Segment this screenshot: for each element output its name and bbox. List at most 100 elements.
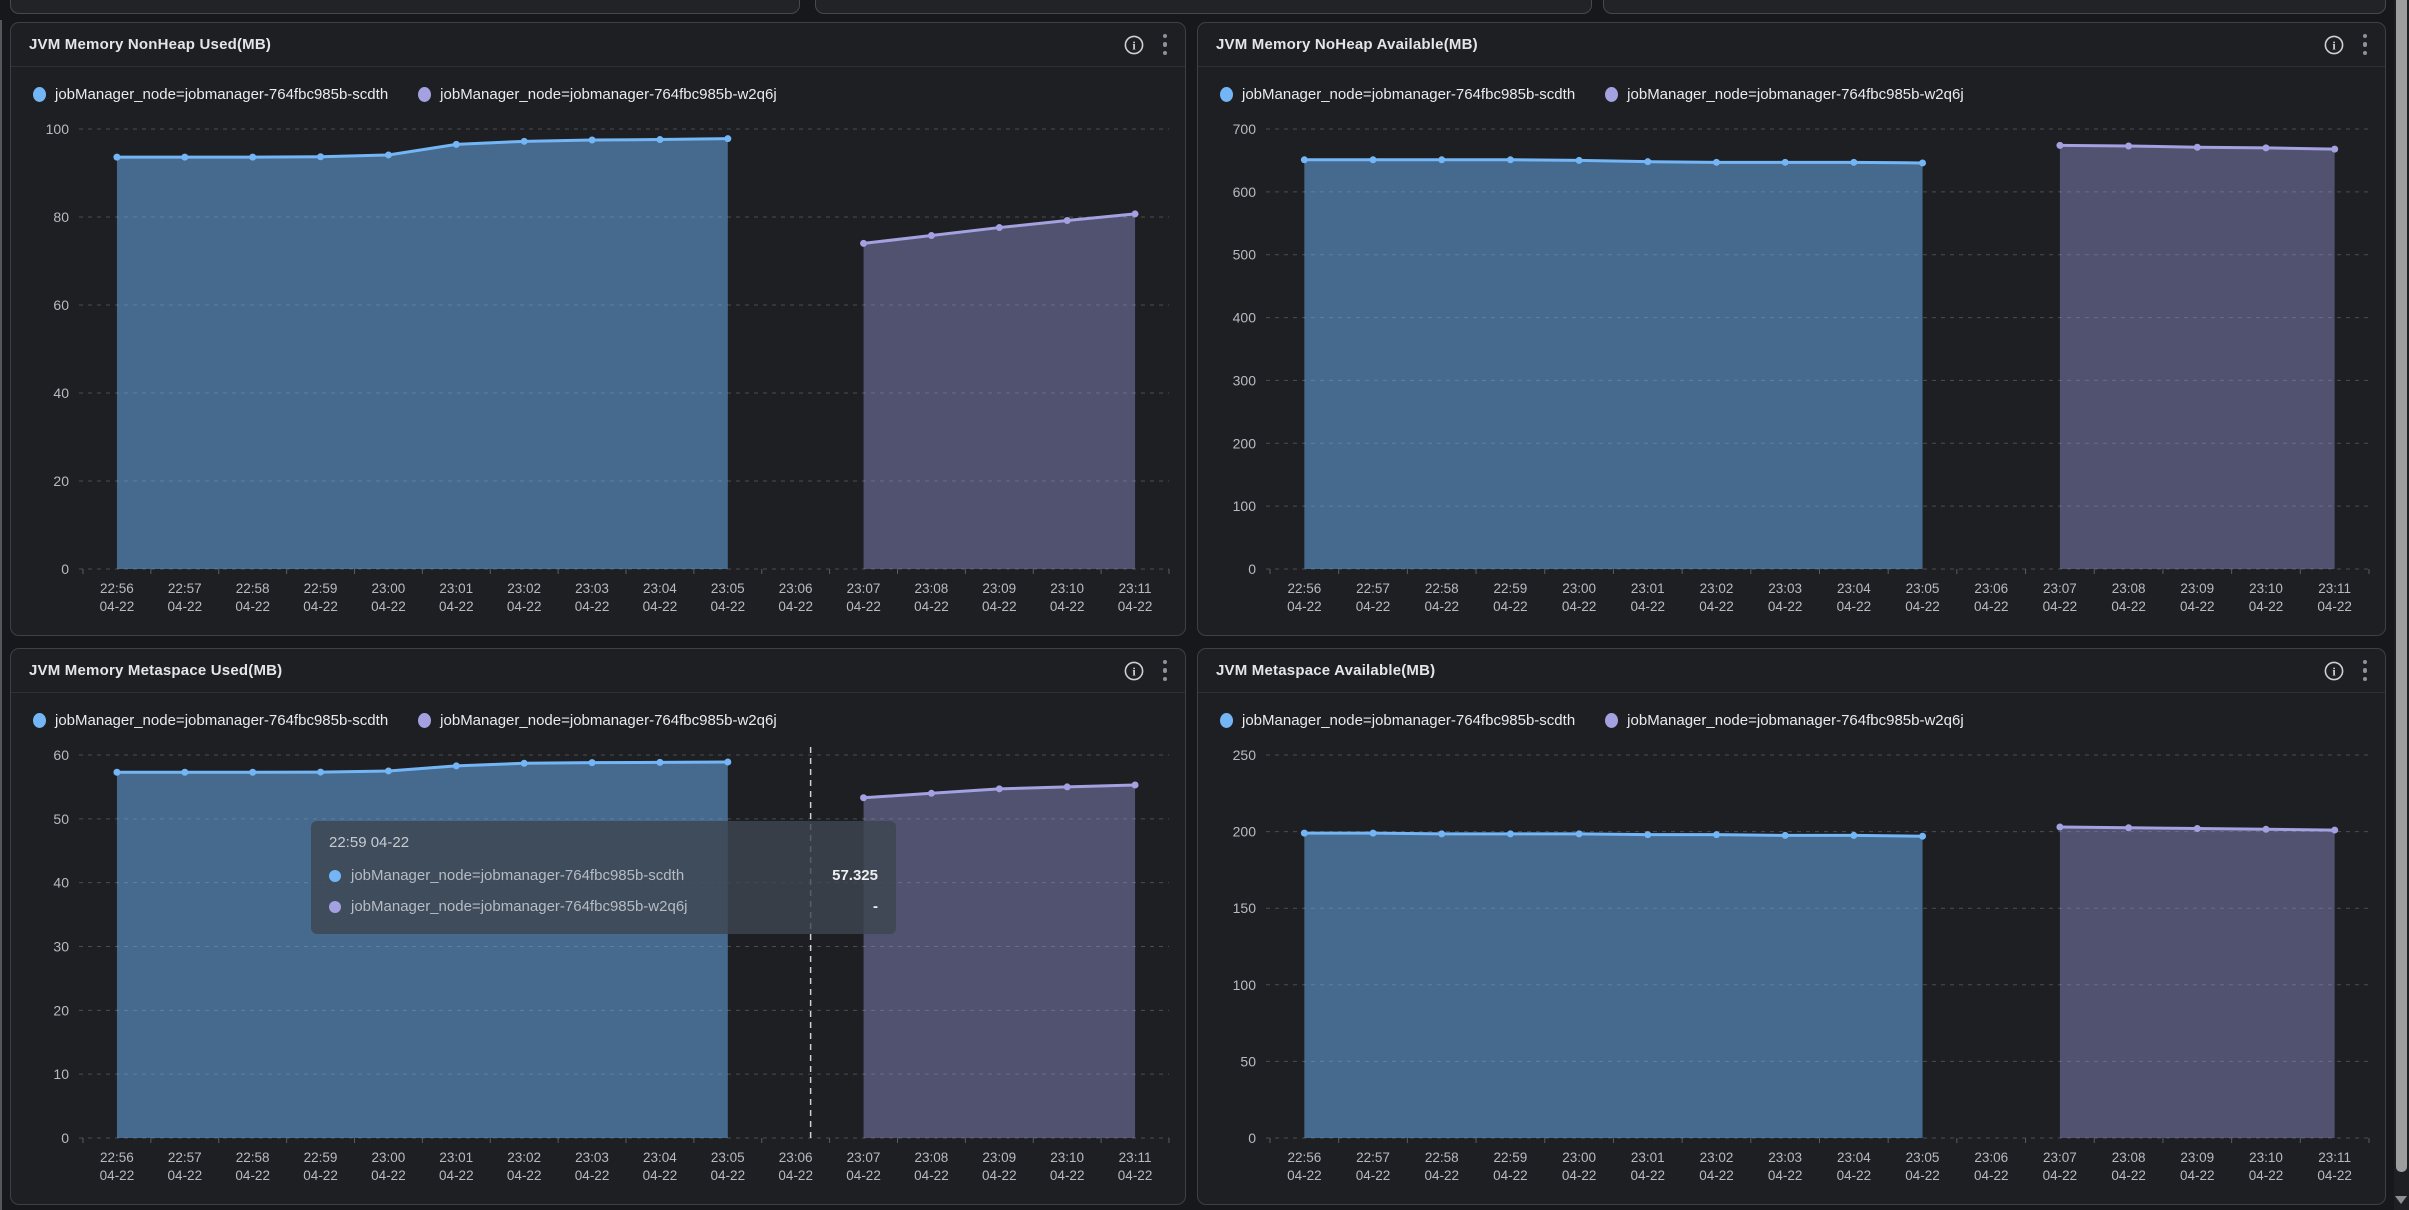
- svg-text:04-22: 04-22: [2180, 1168, 2215, 1183]
- svg-text:30: 30: [53, 939, 69, 955]
- cropped-panel-above-3: [1603, 0, 2386, 14]
- svg-text:04-22: 04-22: [1631, 1168, 1666, 1183]
- scrollbar-down-arrow-icon[interactable]: [2395, 1196, 2407, 1204]
- svg-text:22:57: 22:57: [1356, 581, 1390, 596]
- info-icon[interactable]: i: [2323, 34, 2345, 56]
- tooltip-row: jobManager_node=jobmanager-764fbc985b-sc…: [329, 860, 878, 891]
- svg-text:23:01: 23:01: [1631, 1150, 1665, 1165]
- legend-item-w2q6j[interactable]: jobManager_node=jobmanager-764fbc985b-w2…: [418, 86, 777, 103]
- legend: jobManager_node=jobmanager-764fbc985b-sc…: [11, 693, 1185, 735]
- info-icon[interactable]: i: [1123, 660, 1145, 682]
- svg-text:04-22: 04-22: [100, 599, 135, 614]
- svg-text:04-22: 04-22: [168, 599, 203, 614]
- svg-text:23:00: 23:00: [1562, 581, 1596, 596]
- svg-text:23:11: 23:11: [2318, 581, 2351, 596]
- svg-text:22:58: 22:58: [1425, 581, 1459, 596]
- svg-text:23:08: 23:08: [915, 581, 949, 596]
- svg-text:04-22: 04-22: [982, 1168, 1017, 1183]
- vertical-scrollbar[interactable]: [2394, 0, 2409, 1210]
- svg-text:400: 400: [1233, 310, 1257, 326]
- info-icon[interactable]: i: [2323, 660, 2345, 682]
- svg-text:10: 10: [53, 1066, 69, 1082]
- svg-text:100: 100: [46, 121, 70, 137]
- svg-text:04-22: 04-22: [643, 599, 678, 614]
- svg-text:04-22: 04-22: [303, 599, 338, 614]
- series-dot-purple: [1605, 713, 1618, 728]
- legend-label: jobManager_node=jobmanager-764fbc985b-sc…: [55, 86, 388, 103]
- legend: jobManager_node=jobmanager-764fbc985b-sc…: [1198, 693, 2385, 735]
- svg-text:23:10: 23:10: [1050, 581, 1084, 596]
- legend-item-w2q6j[interactable]: jobManager_node=jobmanager-764fbc985b-w2…: [418, 712, 777, 729]
- legend-item-scdth[interactable]: jobManager_node=jobmanager-764fbc985b-sc…: [33, 86, 388, 103]
- info-icon[interactable]: i: [1123, 34, 1145, 56]
- area-chart-metaspace-available[interactable]: 05010015020025022:5604-2222:5704-2222:58…: [1198, 735, 2385, 1204]
- kebab-menu-icon[interactable]: [2361, 32, 2370, 58]
- svg-text:23:02: 23:02: [1700, 1150, 1734, 1165]
- svg-text:04-22: 04-22: [1837, 599, 1872, 614]
- legend-label: jobManager_node=jobmanager-764fbc985b-sc…: [55, 712, 388, 729]
- panel-title: JVM Memory Metaspace Used(MB): [29, 662, 282, 679]
- svg-text:04-22: 04-22: [1424, 1168, 1459, 1183]
- svg-text:04-22: 04-22: [1699, 1168, 1734, 1183]
- tooltip-series-label: jobManager_node=jobmanager-764fbc985b-sc…: [351, 867, 808, 884]
- legend-item-scdth[interactable]: jobManager_node=jobmanager-764fbc985b-sc…: [1220, 712, 1575, 729]
- kebab-menu-icon[interactable]: [1161, 658, 1170, 684]
- svg-text:04-22: 04-22: [1837, 1168, 1872, 1183]
- svg-text:80: 80: [53, 209, 69, 225]
- svg-text:04-22: 04-22: [2249, 1168, 2284, 1183]
- svg-text:60: 60: [53, 297, 69, 313]
- panel-jvm-metaspace-available: JVM Metaspace Available(MB) i jobManager…: [1197, 648, 2386, 1205]
- svg-text:23:01: 23:01: [439, 581, 473, 596]
- legend-item-w2q6j[interactable]: jobManager_node=jobmanager-764fbc985b-w2…: [1605, 712, 1964, 729]
- panel-jvm-nonheap-used: JVM Memory NonHeap Used(MB) i jobManager…: [10, 22, 1186, 636]
- series-dot-purple: [418, 87, 431, 102]
- svg-text:04-22: 04-22: [1118, 1168, 1153, 1183]
- kebab-menu-icon[interactable]: [1161, 32, 1170, 58]
- svg-text:23:06: 23:06: [779, 581, 813, 596]
- legend-item-scdth[interactable]: jobManager_node=jobmanager-764fbc985b-sc…: [1220, 86, 1575, 103]
- svg-text:22:56: 22:56: [1287, 581, 1321, 596]
- svg-text:23:09: 23:09: [982, 581, 1016, 596]
- kebab-menu-icon[interactable]: [2361, 658, 2370, 684]
- area-chart-nonheap-used[interactable]: 02040608010022:5604-2222:5704-2222:5804-…: [11, 109, 1185, 635]
- svg-text:04-22: 04-22: [643, 1168, 678, 1183]
- legend-item-scdth[interactable]: jobManager_node=jobmanager-764fbc985b-sc…: [33, 712, 388, 729]
- series-dot-purple: [329, 901, 341, 913]
- series-dot-blue: [33, 87, 46, 102]
- svg-text:23:03: 23:03: [575, 581, 609, 596]
- legend-item-w2q6j[interactable]: jobManager_node=jobmanager-764fbc985b-w2…: [1605, 86, 1964, 103]
- scrollbar-thumb[interactable]: [2396, 0, 2407, 1172]
- cropped-panel-above-2: [815, 0, 1592, 14]
- tooltip-series-label: jobManager_node=jobmanager-764fbc985b-w2…: [351, 898, 808, 915]
- svg-text:i: i: [2332, 38, 2336, 52]
- svg-text:04-22: 04-22: [711, 599, 746, 614]
- svg-text:23:00: 23:00: [1562, 1150, 1596, 1165]
- area-chart-metaspace-used[interactable]: 010203040506022:5604-2222:5704-2222:5804…: [11, 735, 1185, 1204]
- svg-text:04-22: 04-22: [846, 599, 881, 614]
- svg-text:22:56: 22:56: [100, 581, 134, 596]
- svg-text:23:10: 23:10: [2249, 1150, 2283, 1165]
- svg-text:04-22: 04-22: [1287, 599, 1322, 614]
- legend: jobManager_node=jobmanager-764fbc985b-sc…: [11, 67, 1185, 109]
- legend-label: jobManager_node=jobmanager-764fbc985b-sc…: [1242, 712, 1575, 729]
- svg-text:23:02: 23:02: [1700, 581, 1734, 596]
- svg-text:300: 300: [1233, 372, 1257, 388]
- svg-text:04-22: 04-22: [2111, 1168, 2146, 1183]
- legend-label: jobManager_node=jobmanager-764fbc985b-w2…: [1627, 712, 1964, 729]
- svg-text:50: 50: [53, 811, 69, 827]
- area-chart-noheap-available[interactable]: 010020030040050060070022:5604-2222:5704-…: [1198, 109, 2385, 635]
- panel-actions: i: [1123, 658, 1170, 684]
- svg-text:04-22: 04-22: [168, 1168, 203, 1183]
- svg-text:04-22: 04-22: [1287, 1168, 1322, 1183]
- svg-text:23:07: 23:07: [847, 581, 881, 596]
- svg-text:04-22: 04-22: [371, 599, 406, 614]
- panel-actions: i: [1123, 32, 1170, 58]
- svg-text:23:08: 23:08: [2112, 581, 2146, 596]
- svg-text:04-22: 04-22: [846, 1168, 881, 1183]
- svg-text:23:07: 23:07: [2043, 581, 2077, 596]
- svg-text:23:11: 23:11: [2318, 1150, 2351, 1165]
- svg-text:23:10: 23:10: [2249, 581, 2283, 596]
- svg-text:40: 40: [53, 385, 69, 401]
- svg-text:23:04: 23:04: [643, 1150, 677, 1165]
- svg-text:04-22: 04-22: [778, 1168, 813, 1183]
